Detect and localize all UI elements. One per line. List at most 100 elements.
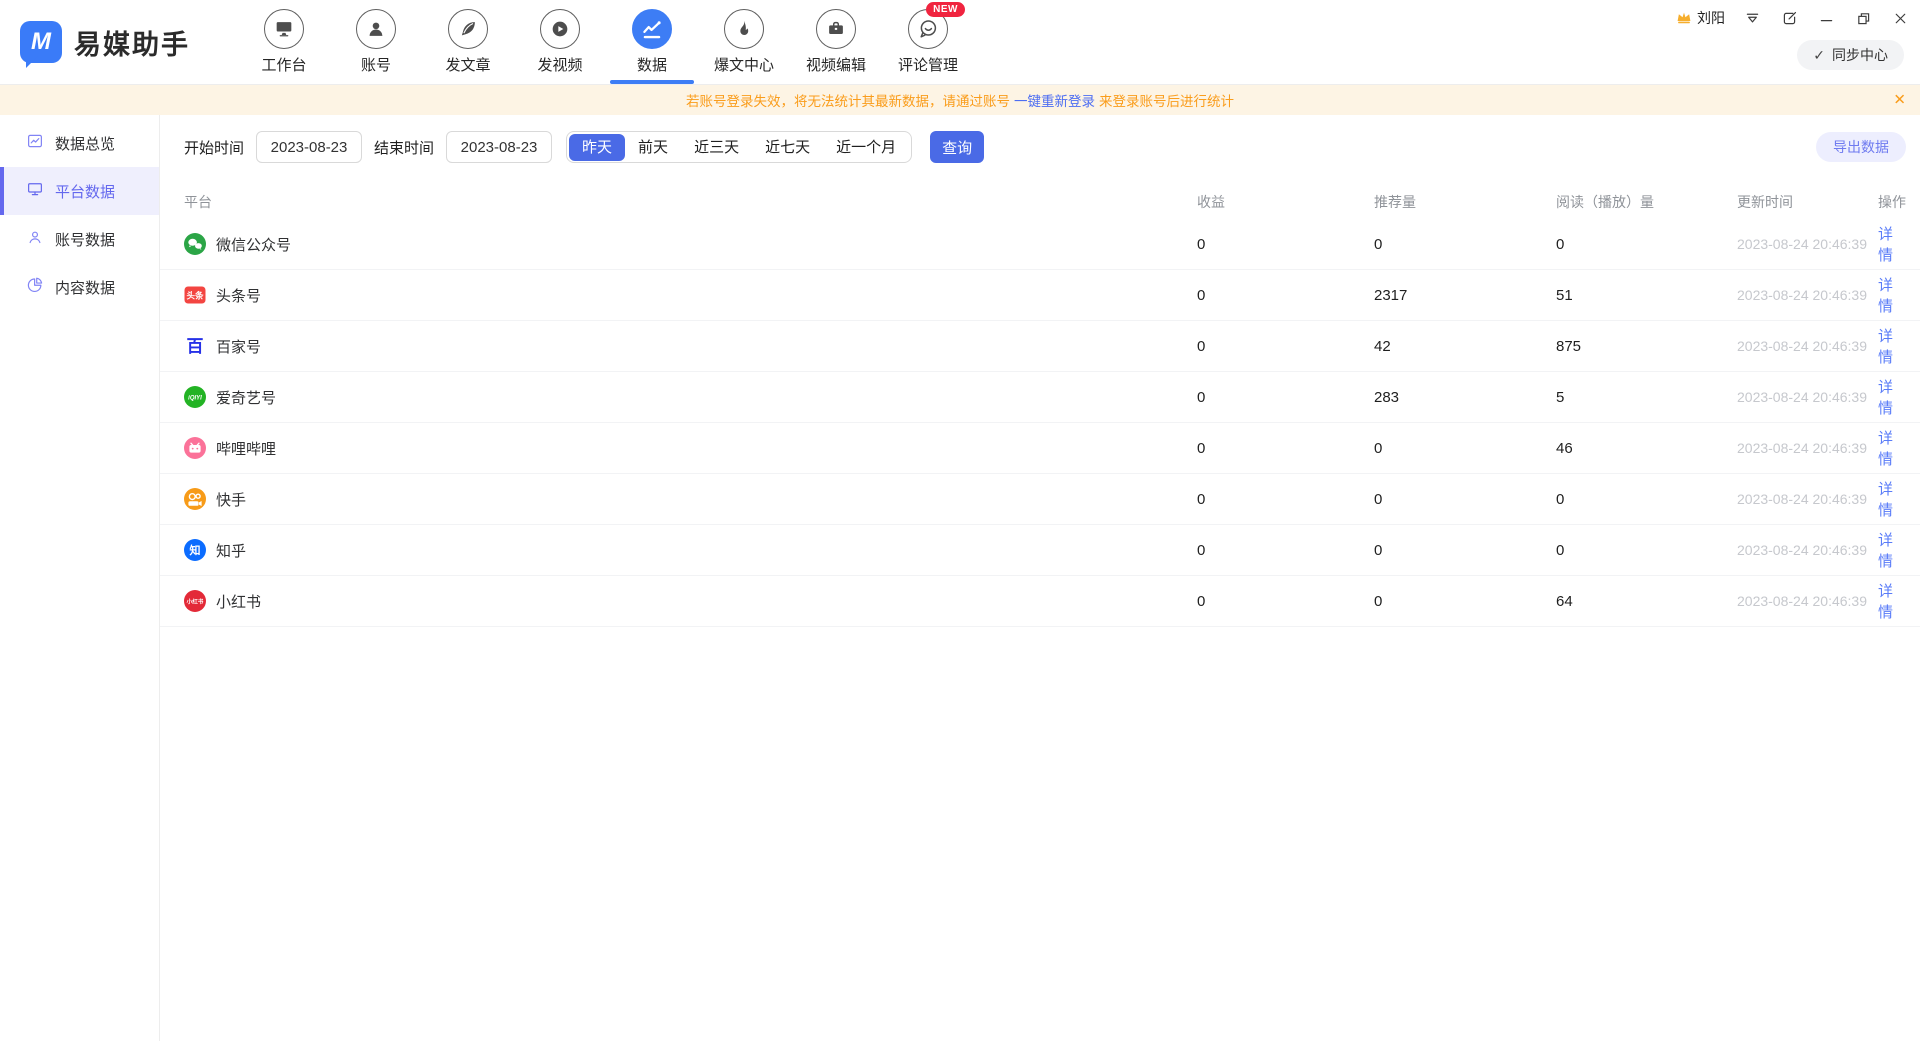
nav-item-data[interactable]: 数据 (606, 0, 698, 84)
minimize-icon[interactable] (1816, 8, 1836, 28)
table-row: 小红书 小红书 0 0 64 2023-08-24 20:46:39 详情 (160, 576, 1920, 627)
detail-link[interactable]: 详情 (1878, 427, 1906, 469)
wechat-icon (184, 233, 206, 255)
recommend-value: 0 (1374, 440, 1556, 457)
recommend-value: 0 (1374, 236, 1556, 253)
revenue-value: 0 (1197, 287, 1374, 304)
detail-link[interactable]: 详情 (1878, 325, 1906, 367)
filter-bar: 开始时间 结束时间 昨天 前天 近三天 近七天 近一个月 查询 导出数据 (160, 131, 1920, 163)
platform-data-table: 平台 收益 推荐量 阅读（播放）量 更新时间 操作 微信公众号 0 0 0 20… (160, 185, 1920, 627)
check-icon: ✓ (1813, 47, 1825, 64)
table-row: 快手 0 0 0 2023-08-24 20:46:39 详情 (160, 474, 1920, 525)
user-info[interactable]: 刘阳 (1676, 8, 1725, 28)
nav-label: 爆文中心 (714, 54, 774, 75)
sidebar-item-content-data[interactable]: 内容数据 (0, 263, 159, 311)
sync-center-label: 同步中心 (1832, 45, 1888, 65)
updated-time: 2023-08-24 20:46:39 (1737, 236, 1878, 252)
col-revenue: 收益 (1197, 192, 1374, 212)
kuaishou-icon (184, 488, 206, 510)
range-last-7-days-button[interactable]: 近七天 (752, 134, 823, 161)
account-data-icon (26, 228, 44, 250)
svg-text:小红书: 小红书 (187, 597, 204, 605)
detail-link[interactable]: 详情 (1878, 223, 1906, 265)
reads-value: 51 (1556, 287, 1737, 304)
close-icon[interactable] (1890, 8, 1910, 28)
publish-video-icon (540, 9, 580, 49)
top-navigation: 工作台 账号 发文章 发视频 数据 (238, 0, 974, 84)
end-date-input[interactable] (446, 131, 552, 163)
range-last-month-button[interactable]: 近一个月 (823, 134, 909, 161)
nav-label: 账号 (361, 54, 391, 75)
reads-value: 875 (1556, 338, 1737, 355)
notice-close-icon[interactable]: ✕ (1893, 93, 1906, 108)
recommend-value: 0 (1374, 491, 1556, 508)
range-last-3-days-button[interactable]: 近三天 (681, 134, 752, 161)
updated-time: 2023-08-24 20:46:39 (1737, 440, 1878, 456)
detail-link[interactable]: 详情 (1878, 274, 1906, 316)
nav-item-hot-articles[interactable]: 爆文中心 (698, 0, 790, 84)
detail-link[interactable]: 详情 (1878, 478, 1906, 520)
nav-item-publish-video[interactable]: 发视频 (514, 0, 606, 84)
range-day-before-button[interactable]: 前天 (625, 134, 681, 161)
nav-item-comment-manage[interactable]: NEW 评论管理 (882, 0, 974, 84)
query-button[interactable]: 查询 (930, 131, 984, 163)
quick-range-group: 昨天 前天 近三天 近七天 近一个月 (566, 131, 912, 163)
data-overview-icon (26, 132, 44, 154)
app-title: 易媒助手 (74, 23, 190, 62)
baijiahao-icon: 百 (184, 335, 206, 357)
export-data-button[interactable]: 导出数据 (1816, 132, 1906, 162)
maximize-icon[interactable] (1853, 8, 1873, 28)
reads-value: 64 (1556, 593, 1737, 610)
revenue-value: 0 (1197, 389, 1374, 406)
table-header: 平台 收益 推荐量 阅读（播放）量 更新时间 操作 (160, 185, 1920, 219)
updated-time: 2023-08-24 20:46:39 (1737, 389, 1878, 405)
nav-item-account[interactable]: 账号 (330, 0, 422, 84)
platform-cell: 小红书 小红书 (184, 590, 1197, 612)
platform-name: 知乎 (216, 540, 246, 561)
sidebar-item-label: 数据总览 (55, 133, 115, 154)
sync-center-button[interactable]: ✓ 同步中心 (1797, 40, 1904, 70)
sidebar-item-platform-data[interactable]: 平台数据 (0, 167, 159, 215)
table-row: 头条 头条号 0 2317 51 2023-08-24 20:46:39 详情 (160, 270, 1920, 321)
feedback-icon[interactable] (1779, 8, 1799, 28)
platform-cell: 哔哩哔哩 (184, 437, 1197, 459)
recommend-value: 283 (1374, 389, 1556, 406)
toutiao-icon: 头条 (184, 284, 206, 306)
platform-name: 小红书 (216, 591, 261, 612)
sidebar: 数据总览 平台数据 账号数据 内容数据 (0, 115, 160, 1041)
revenue-value: 0 (1197, 593, 1374, 610)
detail-link[interactable]: 详情 (1878, 580, 1906, 622)
updated-time: 2023-08-24 20:46:39 (1737, 593, 1878, 609)
table-row: 知 知乎 0 0 0 2023-08-24 20:46:39 详情 (160, 525, 1920, 576)
new-badge: NEW (926, 2, 965, 17)
table-row: 百 百家号 0 42 875 2023-08-24 20:46:39 详情 (160, 321, 1920, 372)
titlebar-controls: 刘阳 (1676, 8, 1910, 28)
sidebar-item-data-overview[interactable]: 数据总览 (0, 119, 159, 167)
notice-text-after: 来登录账号后进行统计 (1099, 90, 1234, 110)
revenue-value: 0 (1197, 236, 1374, 253)
relogin-link[interactable]: 一键重新登录 (1014, 90, 1095, 110)
workbench-icon (264, 9, 304, 49)
recommend-value: 0 (1374, 542, 1556, 559)
app-logo: M 易媒助手 (20, 21, 190, 63)
platform-name: 快手 (216, 489, 246, 510)
nav-item-publish-article[interactable]: 发文章 (422, 0, 514, 84)
platform-name: 头条号 (216, 285, 261, 306)
platform-cell: 快手 (184, 488, 1197, 510)
detail-link[interactable]: 详情 (1878, 376, 1906, 418)
platform-data-icon (26, 180, 44, 202)
platform-name: 哔哩哔哩 (216, 438, 276, 459)
range-yesterday-button[interactable]: 昨天 (569, 134, 625, 161)
platform-cell: 百 百家号 (184, 335, 1197, 357)
nav-item-video-edit[interactable]: 视频编辑 (790, 0, 882, 84)
col-platform: 平台 (184, 192, 1197, 212)
start-date-input[interactable] (256, 131, 362, 163)
account-icon (356, 9, 396, 49)
reads-value: 0 (1556, 491, 1737, 508)
col-reads: 阅读（播放）量 (1556, 192, 1737, 212)
nav-item-workbench[interactable]: 工作台 (238, 0, 330, 84)
sidebar-item-account-data[interactable]: 账号数据 (0, 215, 159, 263)
sidebar-item-label: 平台数据 (55, 181, 115, 202)
detail-link[interactable]: 详情 (1878, 529, 1906, 571)
filter-icon[interactable] (1742, 8, 1762, 28)
